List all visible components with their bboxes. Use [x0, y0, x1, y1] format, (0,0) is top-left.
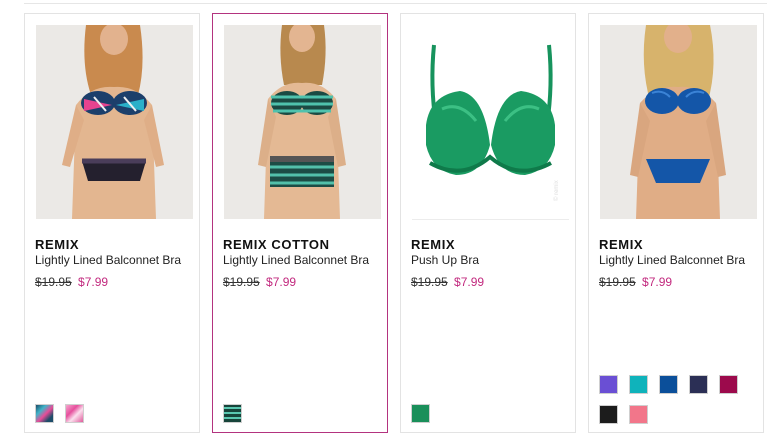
color-swatch[interactable] — [35, 404, 54, 423]
color-swatch[interactable] — [599, 375, 618, 394]
product-image[interactable] — [224, 25, 381, 219]
original-price: $19.95 — [223, 275, 260, 289]
price-block: $19.95 $7.99 — [35, 275, 108, 289]
sale-price: $7.99 — [266, 275, 297, 289]
product-image[interactable]: © remix — [412, 25, 569, 220]
product-card[interactable]: REMIX Lightly Lined Balconnet Bra $19.95… — [588, 13, 764, 433]
color-swatch[interactable] — [719, 375, 738, 394]
product-card[interactable]: REMIX COTTON Lightly Lined Balconnet Bra… — [212, 13, 388, 433]
original-price: $19.95 — [599, 275, 636, 289]
product-name[interactable]: Lightly Lined Balconnet Bra — [223, 253, 369, 267]
sale-price: $7.99 — [642, 275, 673, 289]
color-swatch[interactable] — [689, 375, 708, 394]
color-swatch[interactable] — [411, 404, 430, 423]
sale-price: $7.99 — [454, 275, 485, 289]
svg-text:© remix: © remix — [553, 180, 560, 201]
top-divider — [24, 3, 767, 4]
color-swatch[interactable] — [65, 404, 84, 423]
original-price: $19.95 — [411, 275, 448, 289]
product-brand[interactable]: REMIX — [411, 237, 455, 252]
original-price: $19.95 — [35, 275, 72, 289]
sale-price: $7.99 — [78, 275, 109, 289]
price-block: $19.95 $7.99 — [411, 275, 484, 289]
model-photo — [36, 25, 193, 219]
color-swatch[interactable] — [659, 375, 678, 394]
color-swatch[interactable] — [629, 375, 648, 394]
product-brand[interactable]: REMIX — [599, 237, 643, 252]
product-name[interactable]: Lightly Lined Balconnet Bra — [599, 253, 745, 267]
color-swatch[interactable] — [599, 405, 618, 424]
product-image[interactable] — [36, 25, 193, 219]
product-name[interactable]: Push Up Bra — [411, 253, 479, 267]
product-card[interactable]: REMIX Lightly Lined Balconnet Bra $19.95… — [24, 13, 200, 433]
product-image[interactable] — [600, 25, 757, 219]
model-photo — [224, 25, 381, 219]
product-brand[interactable]: REMIX COTTON — [223, 237, 330, 252]
price-block: $19.95 $7.99 — [599, 275, 672, 289]
product-name[interactable]: Lightly Lined Balconnet Bra — [35, 253, 181, 267]
bra-photo: © remix — [412, 25, 569, 219]
product-grid: REMIX Lightly Lined Balconnet Bra $19.95… — [24, 13, 767, 439]
color-swatch[interactable] — [629, 405, 648, 424]
product-brand[interactable]: REMIX — [35, 237, 79, 252]
color-swatch[interactable] — [223, 404, 242, 423]
model-photo — [600, 25, 757, 219]
product-card[interactable]: © remix REMIX Push Up Bra $19.95 $7.99 — [400, 13, 576, 433]
price-block: $19.95 $7.99 — [223, 275, 296, 289]
